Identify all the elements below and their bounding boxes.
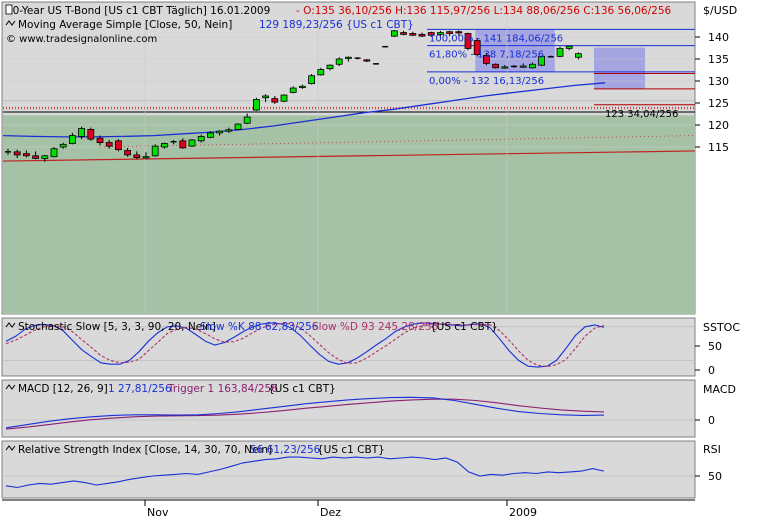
macd-legend-value: 1 27,81/256	[108, 383, 172, 395]
candle-down	[363, 59, 371, 62]
candle-up	[216, 130, 224, 134]
ma-legend-value: 129 189,23/256 {US c1 CBT}	[259, 19, 414, 31]
candle-up	[335, 58, 343, 65]
stoch-k-legend: Slow %K 88 62,83/256	[200, 321, 319, 333]
candle-up	[556, 48, 564, 57]
candle-up	[151, 145, 159, 157]
chart-title: 30-Year US T-Bond [US c1 CBT Täglich] 16…	[6, 5, 270, 17]
y-tick-label: 115	[708, 141, 729, 154]
candle-up	[262, 95, 270, 99]
candle-up	[529, 63, 536, 69]
y-tick-label: 135	[708, 53, 729, 66]
candle-up	[565, 45, 573, 49]
candle-up	[243, 116, 251, 124]
fib-level-label: 0,00% - 132 16,13/256	[429, 76, 544, 87]
candle-up	[308, 75, 316, 85]
y-tick-label: 120	[708, 119, 729, 132]
x-tick-label: 2009	[509, 506, 537, 519]
stoch-tick-label: 50	[708, 340, 722, 353]
candle-up	[234, 123, 242, 130]
x-tick-label: Dez	[320, 506, 341, 519]
ma-legend-label: Moving Average Simple [Close, 50, Nein]	[18, 19, 232, 31]
fib-level-label: 100,00% - 141 184,06/256	[429, 33, 563, 44]
candle-down	[87, 128, 95, 140]
candle-up	[289, 87, 297, 93]
candle-up	[41, 155, 49, 159]
macd-legend-suffix: {US c1 CBT}	[268, 383, 336, 395]
rsi-legend-label: Relative Strength Index [Close, 14, 30, …	[18, 444, 272, 456]
candle-up	[197, 136, 205, 142]
stoch-d-legend: Slow %D 93 245,28/256	[312, 321, 439, 333]
candle-up	[575, 53, 582, 58]
candle-down	[105, 142, 113, 147]
candle-down	[96, 137, 104, 143]
candle-down	[22, 153, 30, 157]
chart-window: 30-Year US T-Bond [US c1 CBT Täglich] 16…	[0, 0, 769, 520]
candle-down	[115, 140, 122, 151]
candle-up	[160, 143, 168, 148]
candle-down	[409, 33, 417, 36]
macd-trigger-legend: Trigger 1 163,84/256	[167, 383, 278, 395]
candle-up	[344, 56, 352, 59]
y-tick-label: 125	[708, 97, 729, 110]
candle-up	[326, 64, 334, 70]
fib-level-label: 61,80% - 138 7,18/256	[429, 50, 544, 61]
rsi-legend-suffix: {US c1 CBT}	[317, 444, 385, 456]
candle-up	[519, 65, 527, 68]
candle-down	[13, 151, 21, 156]
macd-tick-label: 0	[708, 414, 715, 427]
chart-canvas: 30-Year US T-Bond [US c1 CBT Täglich] 16…	[1, 1, 740, 519]
candle-up	[252, 99, 260, 111]
stoch-legend-suffix: {US c1 CBT}	[430, 321, 498, 333]
candle-up	[298, 85, 306, 88]
candle-up	[206, 132, 214, 138]
candle-down	[271, 98, 279, 103]
candle-up	[69, 135, 76, 144]
stoch-panel-name: SSTOC	[703, 321, 740, 334]
candle-up	[225, 129, 233, 132]
copyright-note: © www.tradesignalonline.com	[6, 34, 157, 45]
candle-down	[124, 150, 131, 156]
unit-label: $/USD	[703, 4, 737, 17]
candle-up	[317, 69, 325, 76]
candle-up	[50, 148, 58, 158]
stoch-legend-label: Stochastic Slow [5, 3, 3, 90, 20, Nein]	[18, 321, 216, 333]
macd-panel-name: MACD	[703, 383, 736, 396]
candle-down	[32, 155, 39, 159]
candle-down	[400, 32, 408, 35]
x-tick-label: Nov	[147, 506, 169, 519]
price-marker-label: 123 34,04/256	[605, 109, 678, 120]
candle-down	[418, 33, 426, 37]
stoch-tick-label: 0	[708, 364, 715, 377]
y-tick-label: 130	[708, 75, 729, 88]
rsi-tick-label: 50	[708, 470, 722, 483]
candle-up	[59, 143, 67, 148]
candle-up	[78, 128, 85, 137]
candle-glyph-icon	[5, 4, 13, 15]
rsi-panel-name: RSI	[703, 443, 721, 456]
candle-up	[390, 30, 398, 37]
candle-down	[492, 63, 500, 69]
ohlc-readout: - O:135 36,10/256 H:136 115,97/256 L:134…	[296, 5, 672, 17]
candle-up	[501, 66, 509, 69]
macd-legend-label: MACD [12, 26, 9]	[18, 383, 108, 395]
candle-down	[133, 154, 141, 158]
candle-up	[188, 139, 196, 147]
candle-up	[142, 156, 150, 159]
candle-down	[179, 140, 187, 149]
y-tick-label: 140	[708, 31, 729, 44]
candle-up	[280, 94, 288, 102]
rsi-legend-value: 56 61,23/256	[250, 444, 321, 456]
